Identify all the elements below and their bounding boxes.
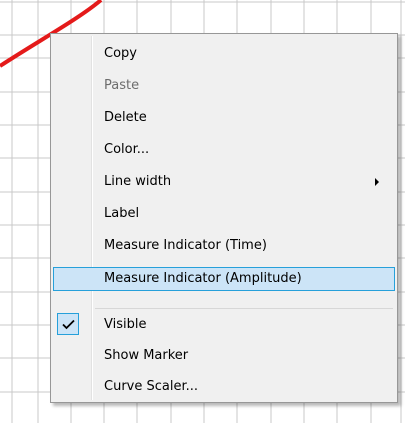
menu-item-label: Measure Indicator (Time) [104,238,267,253]
menu-item-label: Copy [104,46,137,61]
checkmark-icon [57,313,79,335]
menu-item-label: Delete [104,110,147,125]
menu-item-copy[interactable]: Copy [53,42,395,66]
menu-item-label: Line width [104,174,172,189]
menu-item-color[interactable]: Color... [53,138,395,162]
menu-item-measure-indicator-time[interactable]: Measure Indicator (Time) [53,234,395,258]
menu-item-label: Show Marker [104,348,189,363]
menu-item-measure-indicator-amplitude[interactable]: Measure Indicator (Amplitude) [53,267,395,291]
menu-item-label: Curve Scaler... [104,379,199,394]
menu-item-label: Color... [104,142,150,157]
menu-item-show-marker[interactable]: Show Marker [53,344,395,368]
menu-item-paste[interactable]: Paste [53,74,395,98]
chevron-right-icon [375,178,379,186]
menu-item-line-width[interactable]: Line width [53,170,395,194]
menu-item-delete[interactable]: Delete [53,106,395,130]
menu-item-curve-scaler[interactable]: Curve Scaler... [53,375,395,399]
menu-item-label-item[interactable]: Label [53,202,395,226]
menu-item-label: Label [104,206,140,221]
context-menu: Copy Paste Delete Color... Line width La… [50,33,398,403]
menu-separator [95,308,393,309]
menu-item-label: Paste [104,78,140,93]
menu-item-visible[interactable]: Visible [53,313,395,337]
menu-item-label: Measure Indicator (Amplitude) [104,271,302,286]
menu-item-label: Visible [104,317,147,332]
